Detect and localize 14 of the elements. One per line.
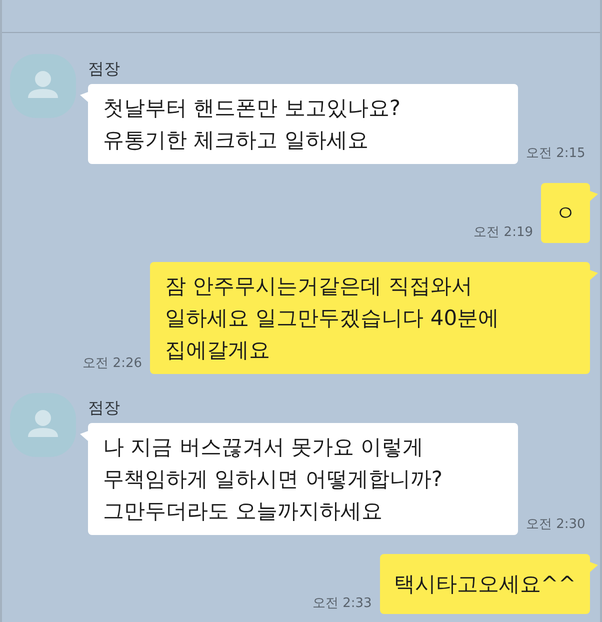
sender-name: 점장 — [88, 58, 120, 80]
message-time: 오전 2:30 — [526, 516, 586, 533]
message-time: 오전 2:15 — [526, 145, 586, 162]
message-text: 잠 안주무시는거같은데 직접와서 일하세요 일그만두겠습니다 40분에 집에갈게요 — [165, 273, 500, 364]
message-text: 나 지금 버스끊겨서 못가요 이렇게 무책임하게 일하시면 어떻게합니까? 그만두더라도 오늘까지하세요 — [103, 434, 444, 525]
message-text: 택시타고오세요^^ — [394, 571, 576, 598]
message-time: 오전 2:33 — [312, 595, 372, 612]
message-text: ㅇ — [555, 200, 576, 227]
avatar-icon — [10, 393, 76, 457]
sender-name: 점장 — [88, 397, 120, 419]
message-time: 오전 2:26 — [82, 355, 142, 372]
message-text: 첫날부터 핸드폰만 보고있나요? 유통기한 체크하고 일하세요 — [103, 95, 402, 154]
avatar-icon — [10, 54, 76, 118]
message-time: 오전 2:19 — [474, 224, 533, 241]
